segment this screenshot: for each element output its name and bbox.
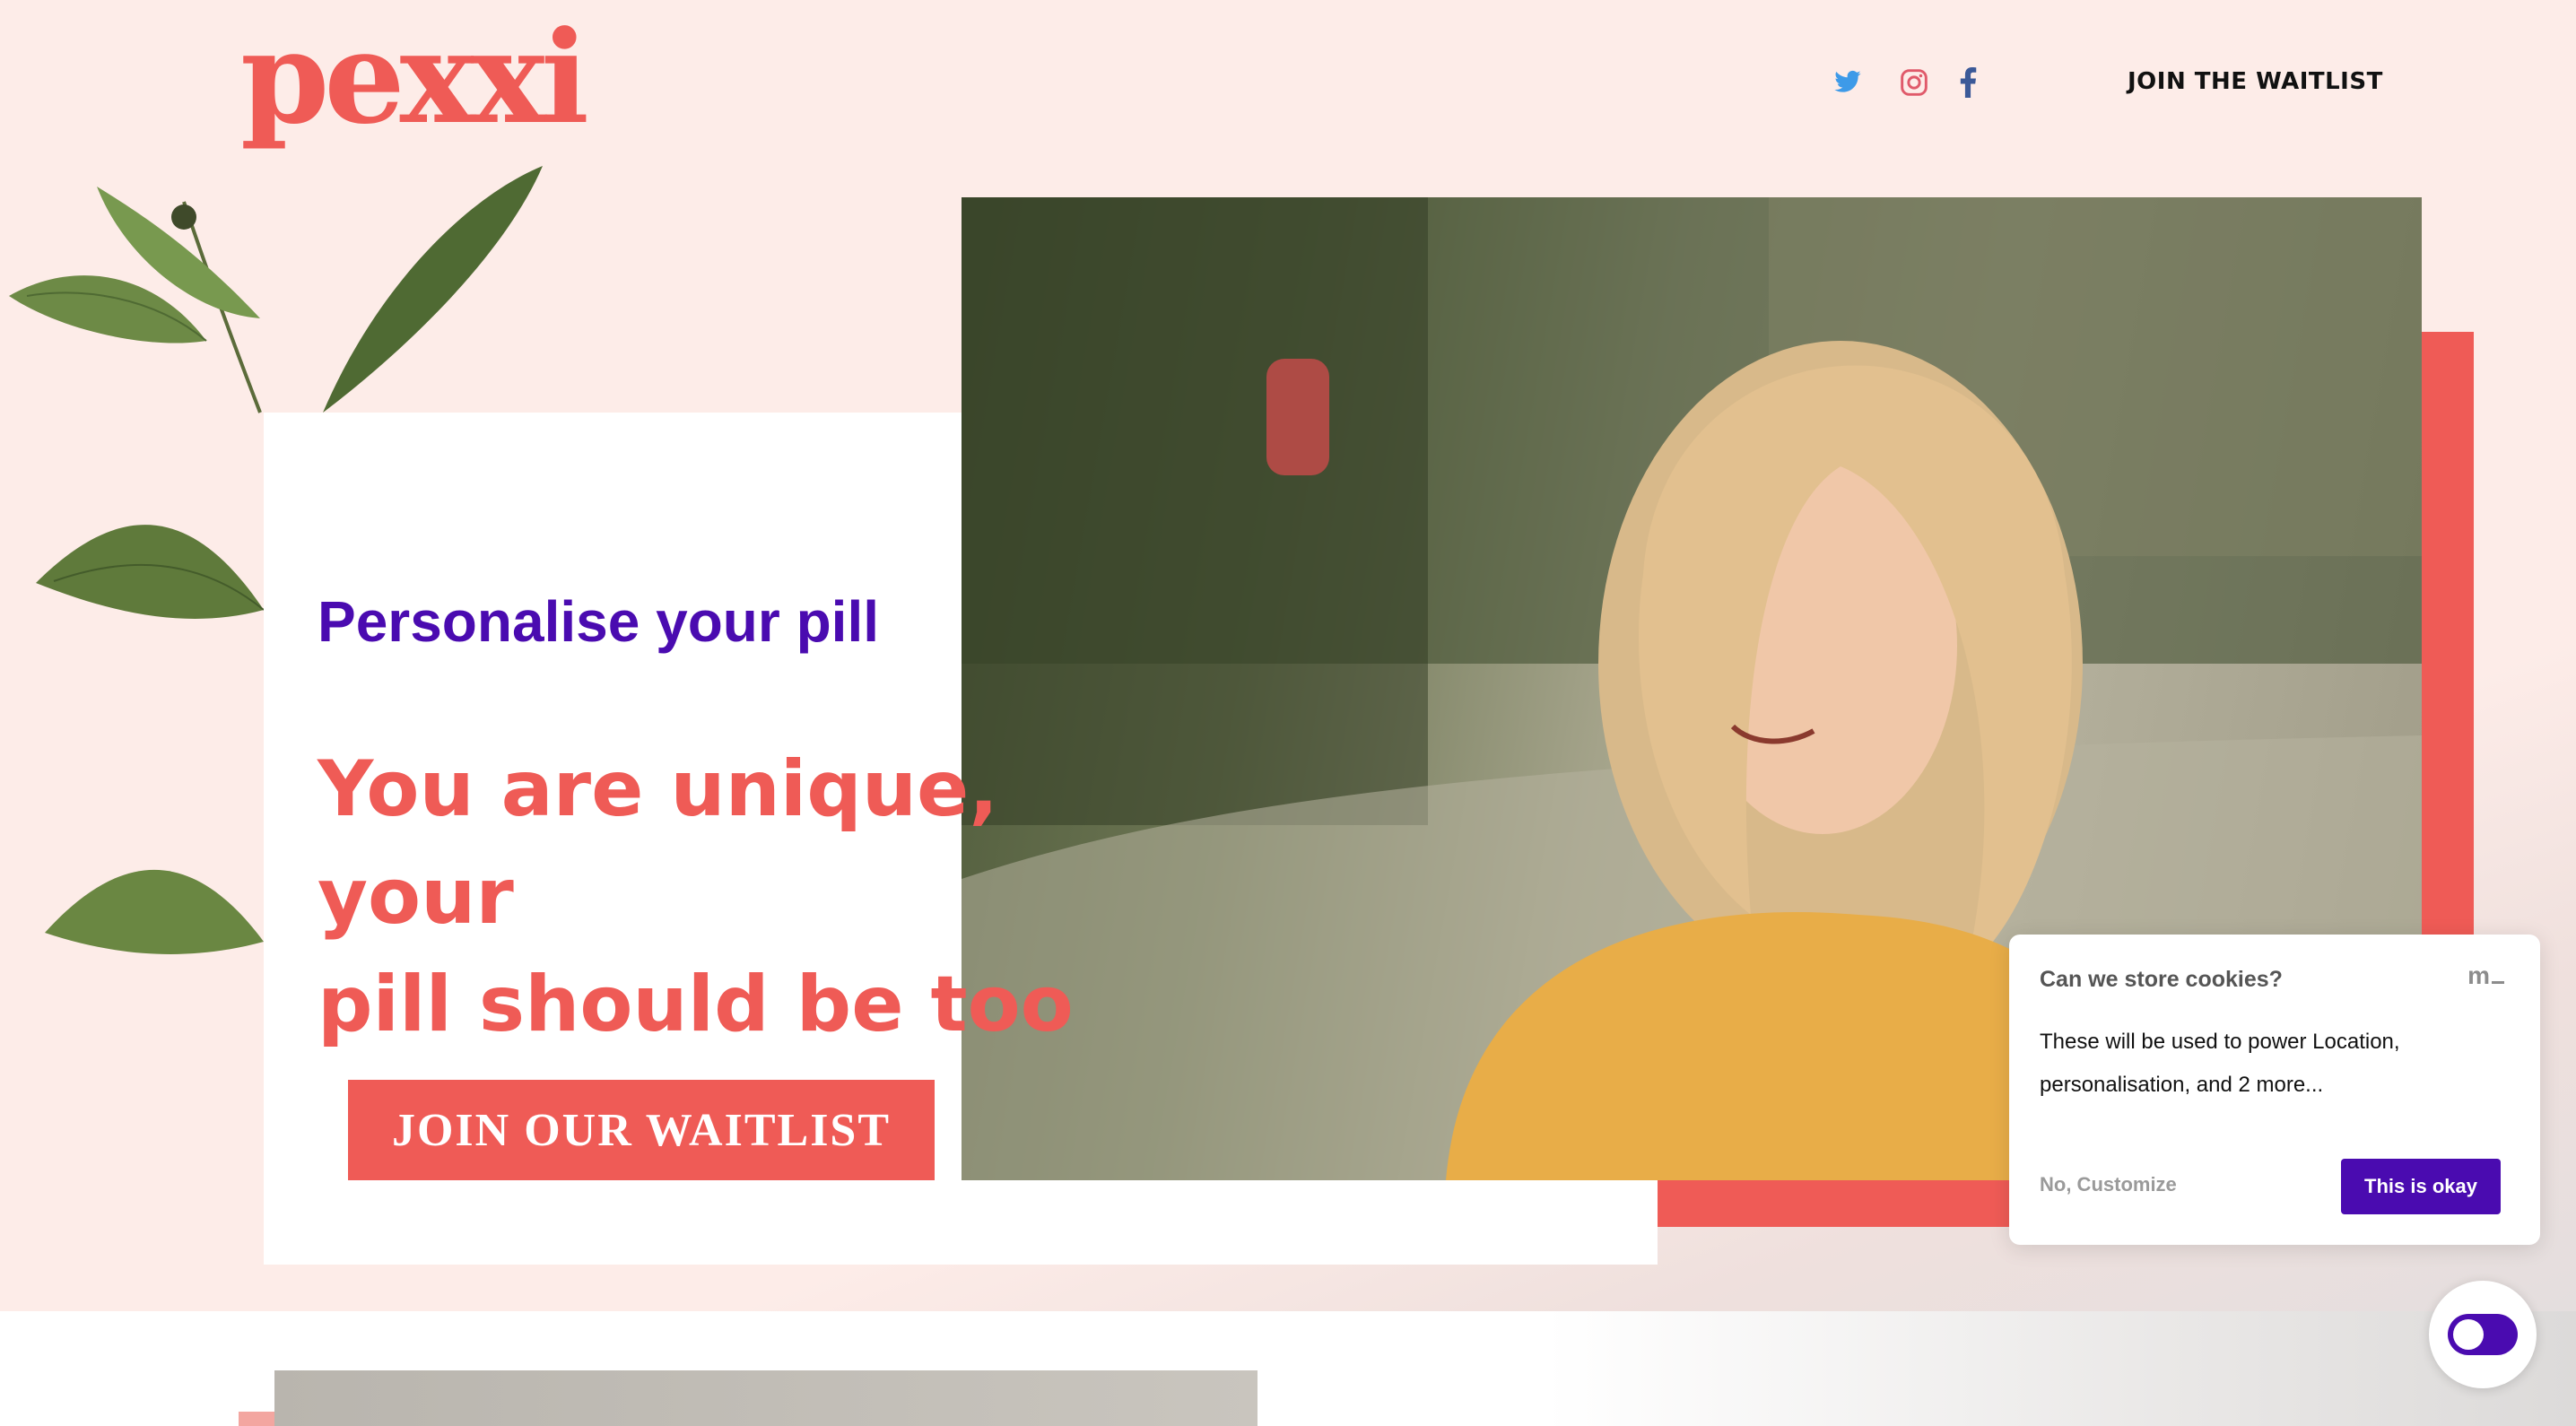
- hero-eyebrow: Personalise your pill: [318, 589, 879, 654]
- lower-accent-block: [239, 1412, 274, 1426]
- join-waitlist-button[interactable]: JOIN OUR WAITLIST: [348, 1080, 935, 1180]
- cookie-accept-button[interactable]: This is okay: [2341, 1159, 2501, 1214]
- privacy-toggle-button[interactable]: [2429, 1281, 2537, 1388]
- logo[interactable]: pexxi: [240, 4, 589, 152]
- toggle-icon: [2448, 1314, 2518, 1355]
- cookie-decline-button[interactable]: No, Customize: [2040, 1173, 2177, 1196]
- lower-section-image: [274, 1370, 1258, 1426]
- instagram-icon[interactable]: [1896, 65, 1932, 100]
- cookie-body: These will be used to power Location, pe…: [2040, 1021, 2506, 1107]
- cookie-title: Can we store cookies?: [2040, 967, 2283, 992]
- cookie-brand-mark: m: [2467, 961, 2504, 990]
- cookie-brand-letter: m: [2467, 961, 2490, 989]
- cookie-banner: Can we store cookies? m These will be us…: [2009, 935, 2540, 1245]
- hero-headline: You are unique, your pill should be too: [318, 735, 1214, 1058]
- cookie-body-line1: These will be used to power Location,: [2040, 1030, 2400, 1054]
- facebook-icon[interactable]: [1950, 65, 1986, 100]
- nav-join-waitlist-link[interactable]: JOIN THE WAITLIST: [2128, 68, 2383, 95]
- hero-headline-line2: pill should be too: [318, 960, 1074, 1049]
- hero-headline-line1: You are unique, your: [318, 744, 999, 942]
- cookie-body-line2: personalisation, and 2 more...: [2040, 1073, 2324, 1097]
- toggle-knob: [2453, 1319, 2484, 1350]
- twitter-icon[interactable]: [1830, 65, 1866, 100]
